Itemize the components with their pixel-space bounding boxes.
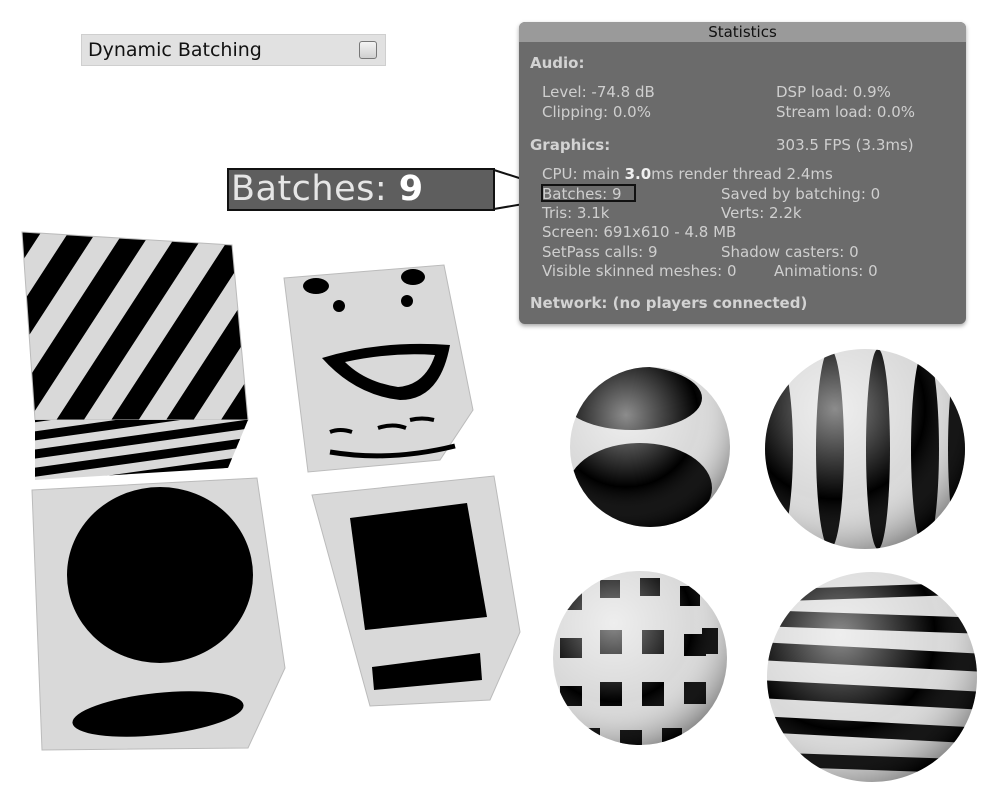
screen-readout: Screen: 691x610 - 4.8 MB [542, 223, 737, 241]
square-cube [311, 475, 521, 707]
cpu-prefix: CPU: main [542, 165, 625, 183]
cpu-suffix: ms render thread 2.4ms [651, 165, 833, 183]
verts-readout: Verts: 2.2k [721, 204, 802, 222]
diagonal-stripes-cube [21, 231, 249, 480]
dynamic-batching-checkbox[interactable] [359, 41, 377, 59]
statistics-panel: Statistics Audio: Level: -74.8 dB DSP lo… [519, 22, 966, 324]
tris-readout: Tris: 3.1k [542, 204, 610, 222]
fps-readout: 303.5 FPS (3.3ms) [776, 136, 914, 154]
shadow-casters: Shadow casters: 0 [721, 243, 859, 261]
visible-skinned-meshes: Visible skinned meshes: 0 [542, 262, 737, 280]
callout-label: Batches: [231, 169, 399, 209]
circle-cube [31, 477, 286, 751]
dynamic-batching-label: Dynamic Batching [88, 39, 262, 61]
batches-callout: Batches: 9 [227, 168, 495, 211]
cpu-readout: CPU: main 3.0ms render thread 2.4ms [542, 165, 833, 183]
audio-level: Level: -74.8 dB [542, 83, 655, 101]
setpass-readout: SetPass calls: 9 [542, 243, 658, 261]
audio-header: Audio: [530, 54, 585, 72]
saved-by-batching: Saved by batching: 0 [721, 185, 881, 203]
smiley-face-cube [283, 264, 474, 473]
dynamic-batching-row: Dynamic Batching [81, 34, 386, 66]
statistics-title: Statistics [519, 22, 966, 42]
vertical-stripe-sphere [765, 349, 965, 549]
checker-sphere [553, 571, 727, 745]
callout-value: 9 [398, 169, 424, 209]
spot-sphere [570, 367, 730, 527]
stream-load: Stream load: 0.0% [776, 103, 916, 121]
dsp-load: DSP load: 0.9% [776, 83, 891, 101]
animations-readout: Animations: 0 [774, 262, 878, 280]
graphics-header: Graphics: [530, 136, 611, 154]
horizontal-stripe-sphere [767, 572, 977, 782]
network-status: Network: (no players connected) [530, 294, 808, 312]
clipping: Clipping: 0.0% [542, 103, 651, 121]
batches-highlight [541, 184, 636, 202]
cpu-main-value: 3.0 [624, 165, 652, 183]
